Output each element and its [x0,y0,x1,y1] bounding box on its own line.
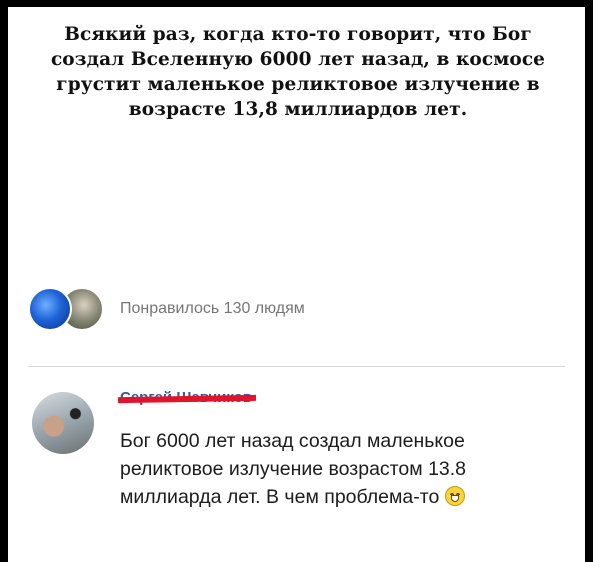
comment-body: Бог 6000 лет назад создал маленькое рели… [120,430,467,508]
post-card: Всякий раз, когда кто-то говорит, что Бо… [8,7,585,562]
post-text: Всякий раз, когда кто-то говорит, что Бо… [50,24,546,120]
divider [28,366,565,367]
commenter-avatar[interactable] [32,392,94,454]
likes-row[interactable]: Понравилось 130 людям [28,285,305,333]
liker-avatar[interactable] [28,287,72,331]
comment-author-name[interactable]: Сергей Шевчиков [117,389,257,406]
comment-text: Бог 6000 лет назад создал маленькое рели… [120,427,560,511]
likes-count-text[interactable]: Понравилось 130 людям [120,300,305,318]
grinning-face-emoji-icon [445,486,466,506]
